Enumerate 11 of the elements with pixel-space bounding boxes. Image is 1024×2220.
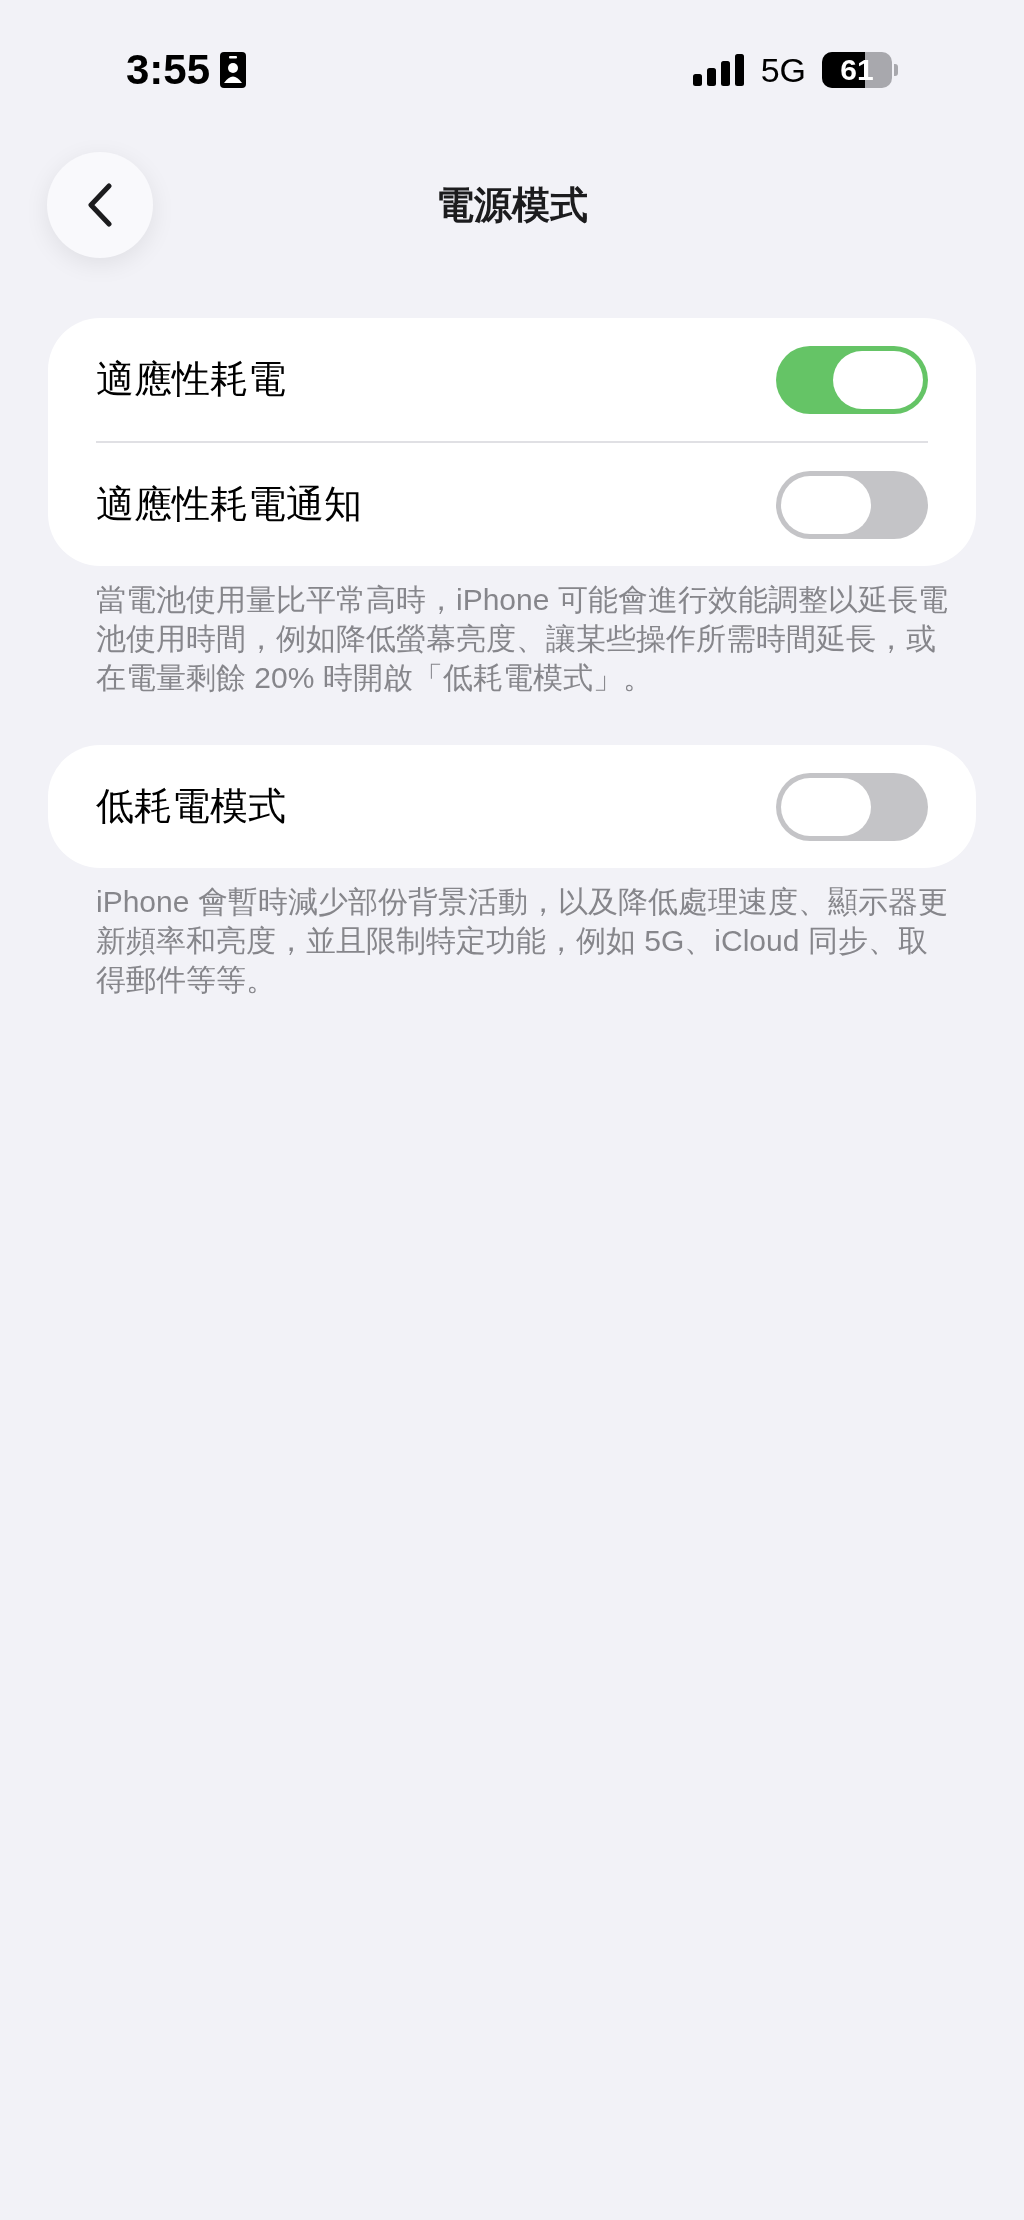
setting-label: 低耗電模式	[96, 784, 286, 829]
id-badge-icon	[220, 52, 247, 88]
setting-label: 適應性耗電通知	[96, 482, 362, 527]
back-icon	[87, 183, 113, 227]
signal-icon	[692, 54, 745, 86]
setting-label: 適應性耗電	[96, 357, 286, 402]
section-footer: 當電池使用量比平常高時，iPhone 可能會進行效能調整以延長電池使用時間，例如降低螢幕亮度、讓某些操作所需時間延長，或在電量剩餘 20% 時開啟「低耗電模式」。	[96, 580, 954, 697]
page-title: 電源模式	[436, 182, 588, 228]
network-label: 5G	[760, 50, 806, 90]
section-footer: iPhone 會暫時減少部份背景活動，以及降低處理速度、顯示器更新頻率和亮度，並且限制特定功能，例如 5G、iCloud 同步、取得郵件等等。	[96, 882, 954, 999]
status-time: 3:55	[126, 46, 211, 94]
